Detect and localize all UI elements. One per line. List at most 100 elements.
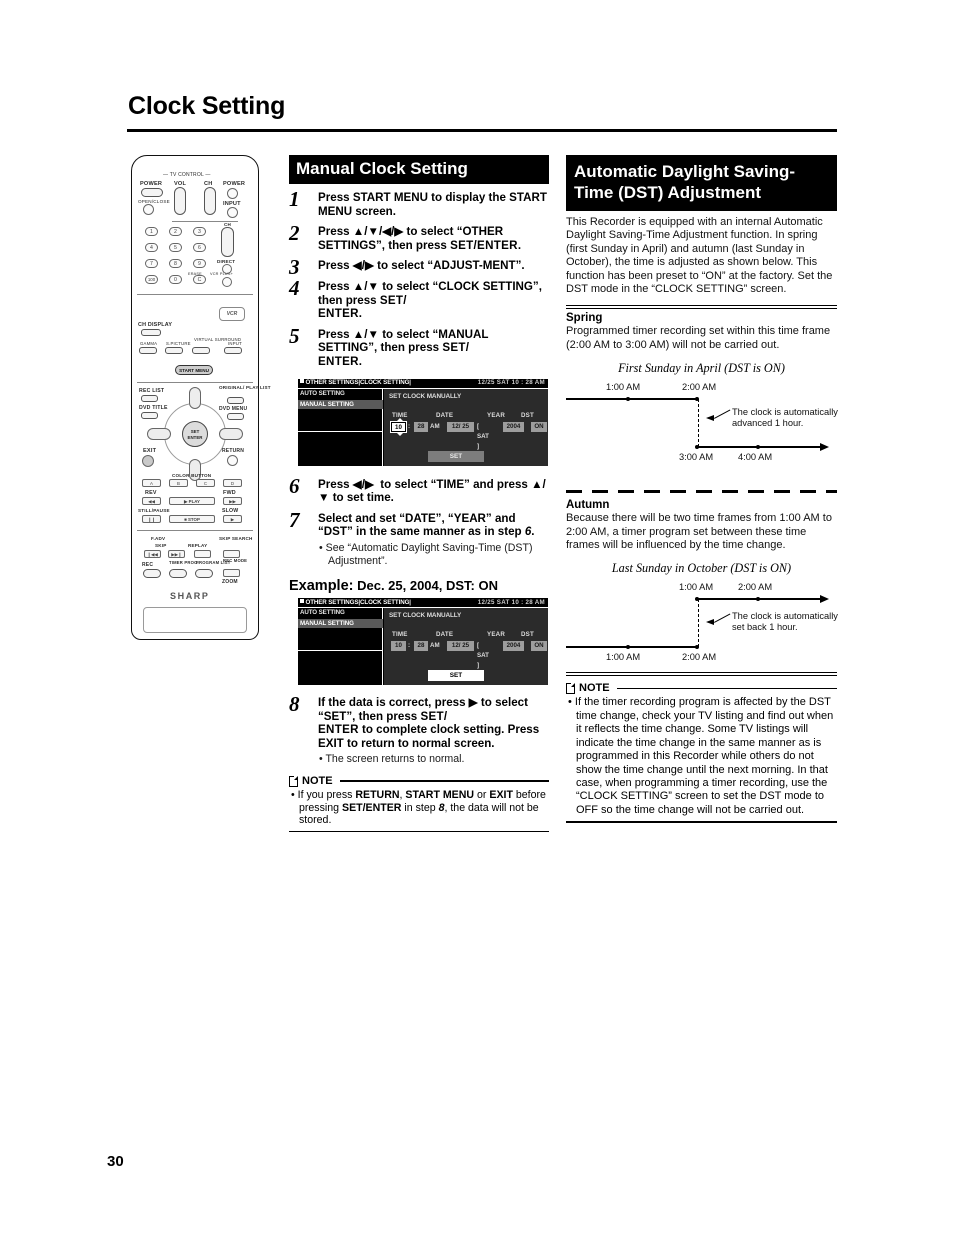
remote-gamma-button[interactable]	[139, 347, 157, 354]
remote-rewind-button[interactable]: ◀◀	[142, 497, 161, 505]
remote-num-6[interactable]: 6	[193, 243, 206, 252]
remote-replay-button[interactable]	[194, 550, 211, 558]
remote-num-8[interactable]: 8	[169, 259, 182, 268]
remote-return-button[interactable]	[227, 455, 238, 466]
remote-skip-forward-button[interactable]: ▶▶❙	[168, 550, 185, 558]
osd-column-labels: TIME DATE YEAR DST	[389, 631, 539, 639]
remote-dvd-menu-button[interactable]	[227, 413, 244, 420]
osd-field-year[interactable]: 2004	[503, 641, 524, 652]
remote-color-a[interactable]: A	[142, 479, 161, 487]
remote-label-skip-search: SKIP SEARCH	[219, 536, 253, 541]
remote-program-list-button[interactable]	[195, 569, 213, 578]
osd-menu-item-auto-setting[interactable]: AUTO SETTING	[298, 608, 383, 617]
remote-dpad-up[interactable]	[189, 387, 201, 409]
remote-rec-list-button[interactable]	[141, 395, 158, 402]
osd-field-hour[interactable]: 10	[391, 641, 406, 652]
remote-num-0[interactable]: 0	[169, 275, 182, 284]
osd-field-minute[interactable]: 28	[414, 421, 428, 432]
osd-field-minute[interactable]: 28	[414, 641, 428, 652]
remote-channel-rocker[interactable]	[221, 227, 234, 257]
remote-label-original-playlist: ORIGINAL/ PLAY LIST	[219, 385, 271, 390]
spring-annotation-pointer-icon	[706, 415, 714, 422]
osd-field-ampm[interactable]: AM	[430, 422, 440, 432]
remote-num-100[interactable]: 100	[145, 275, 158, 284]
remote-fastforward-button[interactable]: ▶▶	[223, 497, 242, 505]
remote-s-picture-button[interactable]	[165, 347, 183, 354]
remote-label-rev: REV	[145, 490, 157, 496]
remote-control-illustration: — TV CONTROL — POWER VOL CH POWER OPEN/C…	[131, 155, 271, 640]
remote-color-d[interactable]: D	[223, 479, 242, 487]
remote-input-button[interactable]	[227, 207, 238, 218]
remote-skip-search-button[interactable]	[223, 550, 240, 558]
remote-tv-volume-rocker[interactable]	[174, 187, 186, 215]
remote-color-b[interactable]: B	[169, 479, 188, 487]
osd-bullet-square-icon	[300, 598, 304, 603]
osd-menu-item-auto-setting[interactable]: AUTO SETTING	[298, 389, 383, 398]
remote-num-5[interactable]: 5	[169, 243, 182, 252]
osd-left-menu: AUTO SETTING MANUAL SETTING	[298, 388, 383, 466]
remote-record-button[interactable]	[143, 569, 161, 578]
osd-field-date[interactable]: 12/ 25	[447, 421, 474, 432]
spring-divider	[566, 305, 837, 310]
remote-tv-channel-rocker[interactable]	[204, 187, 216, 215]
remote-slow-button[interactable]: ▶	[223, 515, 242, 523]
remote-start-menu-button[interactable]: START MENU	[175, 365, 213, 375]
remote-set-enter-button[interactable]: SET ENTER	[182, 421, 208, 447]
remote-dpad-left[interactable]	[147, 428, 171, 440]
remote-dpad-right[interactable]	[219, 428, 243, 440]
note-text: • If the timer recording program is affe…	[568, 696, 834, 816]
remote-num-3[interactable]: 3	[193, 227, 206, 236]
remote-stop-button[interactable]: ■ STOP	[169, 515, 215, 523]
osd-field-dst[interactable]: ON	[531, 641, 547, 652]
step-text: Press ◀/▶ to select “TIME” and press ▲/▼…	[318, 477, 546, 505]
remote-brand-logo: SHARP	[170, 591, 210, 601]
remote-original-playlist-button[interactable]	[227, 397, 244, 404]
remote-label-vcr-plus: VCR PLUS+	[210, 272, 234, 276]
autumn-label-bottom-1am: 1:00 AM	[606, 652, 641, 663]
spring-dot-4am	[756, 444, 761, 450]
osd-set-button[interactable]: SET	[428, 450, 484, 462]
step-number: 5	[289, 323, 300, 348]
osd-caret-down-icon	[397, 432, 403, 436]
osd-label-date: DATE	[436, 631, 454, 639]
remote-num-9[interactable]: 9	[193, 259, 206, 268]
remote-tv-power-button[interactable]	[227, 188, 238, 199]
remote-timer-prog-button[interactable]	[169, 569, 187, 578]
remote-num-1[interactable]: 1	[145, 227, 158, 236]
osd-field-year[interactable]: 2004	[503, 421, 524, 432]
spring-diagram: 1:00 AM 2:00 AM 3:00 AM 4:00 AM The cloc…	[566, 382, 838, 480]
step-6: 6 Press ◀/▶ to select “TIME” and press ▲…	[289, 474, 549, 505]
remote-exit-button[interactable]	[142, 455, 154, 467]
remote-clear-button[interactable]: C	[193, 275, 206, 284]
remote-num-7[interactable]: 7	[145, 259, 158, 268]
manual-clock-setting-column: Manual Clock Setting 1 Press START MENU …	[289, 155, 549, 833]
remote-open-close-button[interactable]	[143, 204, 154, 215]
remote-vcr-plus-button[interactable]	[222, 277, 232, 287]
autumn-text: Because there will be two time frames fr…	[566, 512, 832, 552]
remote-virtual-surround-button[interactable]	[192, 347, 210, 354]
osd-field-ampm[interactable]: AM	[430, 641, 440, 651]
remote-num-2[interactable]: 2	[169, 227, 182, 236]
osd-title-bar: OTHER SETTINGS|CLOCK SETTING| 12/25 SAT …	[298, 598, 548, 608]
autumn-annotation-leader	[714, 614, 731, 624]
remote-pause-button[interactable]: ❙❙	[142, 515, 161, 523]
remote-ch-display-button[interactable]	[141, 329, 161, 336]
remote-input-select-button[interactable]	[224, 347, 242, 354]
osd-field-date[interactable]: 12/ 25	[447, 641, 474, 652]
remote-dvd-title-button[interactable]	[141, 412, 158, 419]
osd-set-button[interactable]: SET	[428, 670, 484, 682]
autumn-dot-bottom-2am	[695, 644, 700, 650]
osd-menu-item-manual-setting[interactable]: MANUAL SETTING	[298, 619, 383, 629]
step-text: Press ▲/▼ to select “MANUAL SETTING”, th…	[318, 327, 489, 368]
osd-field-dst[interactable]: ON	[531, 421, 547, 432]
remote-rec-mode-button[interactable]	[223, 569, 240, 577]
remote-label-timer-prog: TIMER PROG.	[169, 560, 199, 565]
osd-field-hour[interactable]: 10	[390, 420, 407, 433]
osd-menu-item-manual-setting[interactable]: MANUAL SETTING	[298, 399, 383, 409]
osd-title-left: OTHER SETTINGS|CLOCK SETTING|	[300, 379, 411, 386]
remote-color-c[interactable]: C	[196, 479, 215, 487]
remote-skip-back-button[interactable]: ❙◀◀	[144, 550, 161, 558]
remote-num-4[interactable]: 4	[145, 243, 158, 252]
remote-play-button[interactable]: ▶ PLAY	[169, 497, 215, 505]
remote-power-button[interactable]	[141, 188, 163, 197]
